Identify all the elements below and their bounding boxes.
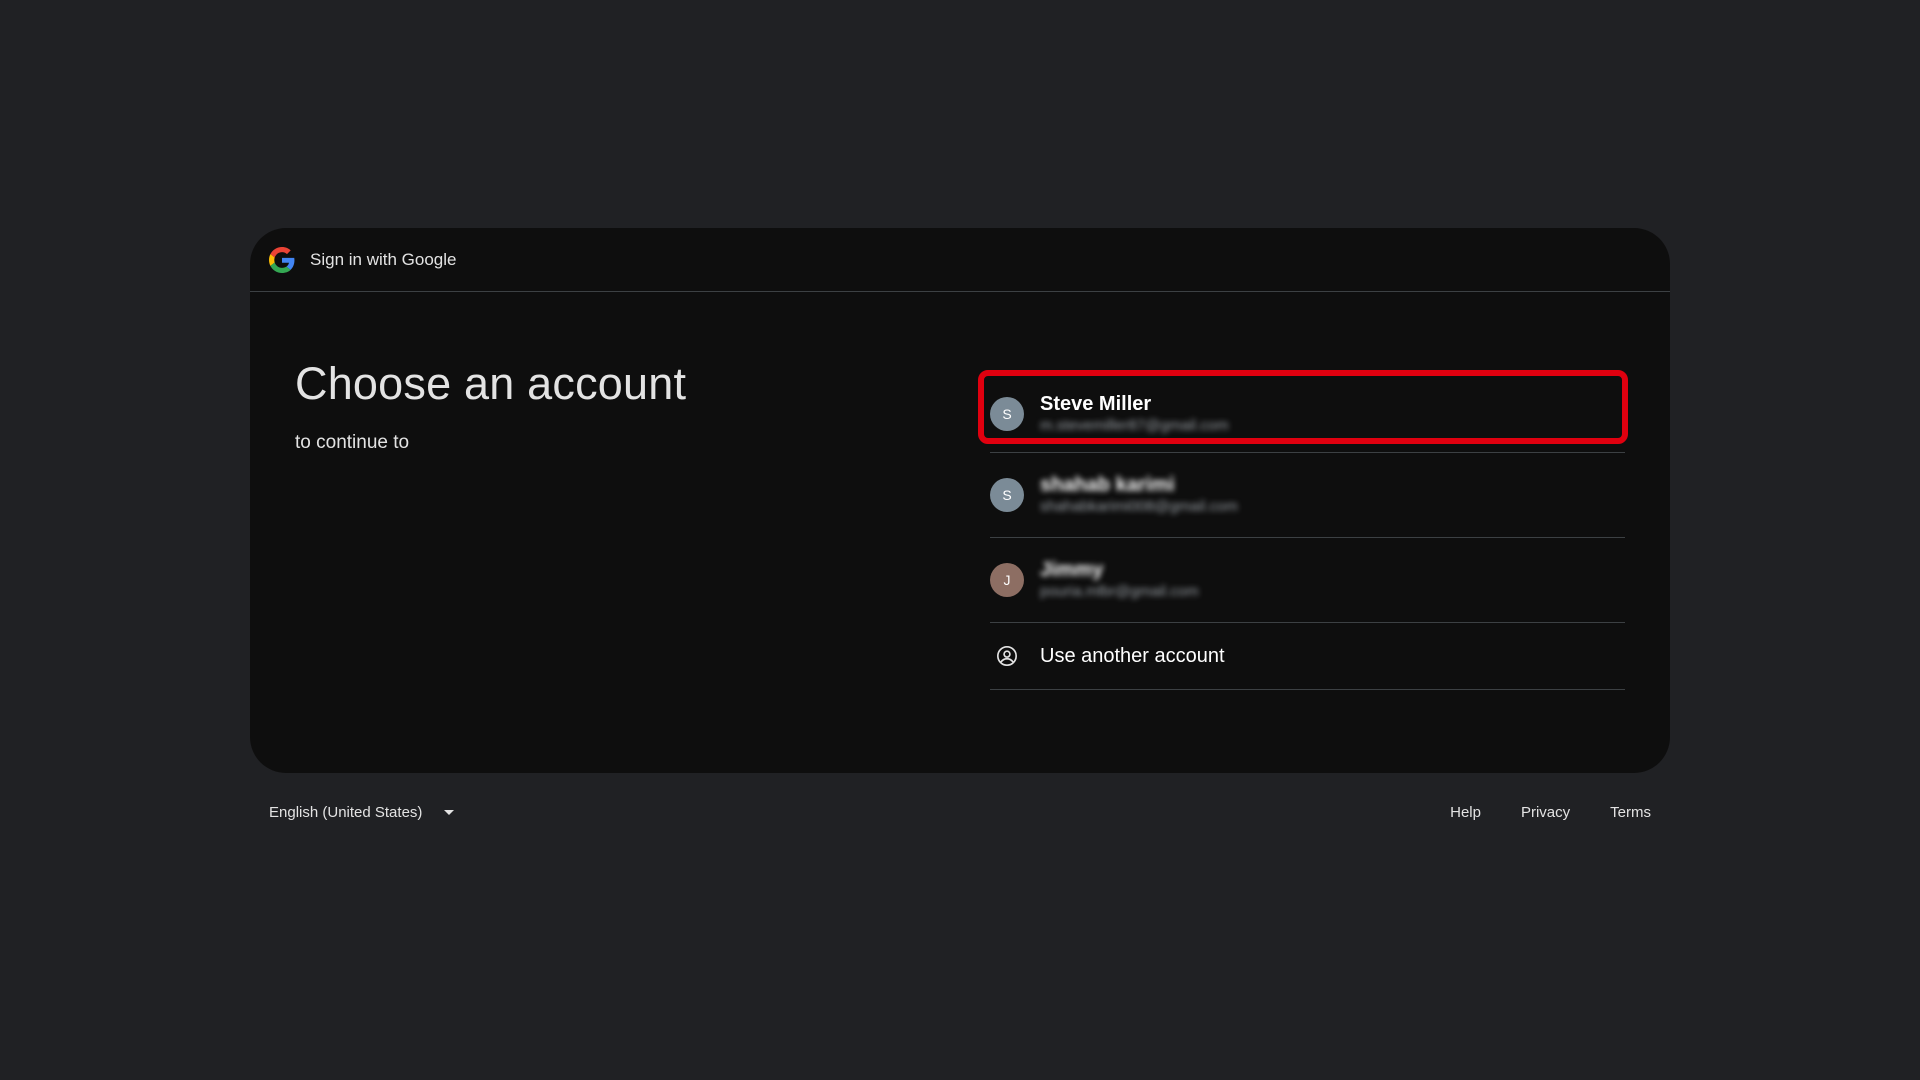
account-list: S Steve Miller m.stevemiller87@gmail.com… xyxy=(978,370,1628,690)
page-title: Choose an account xyxy=(295,358,687,409)
left-panel: Choose an account to continue to xyxy=(295,358,686,454)
avatar: S xyxy=(990,478,1024,512)
account-email: shahabkarimi008@gmail.com xyxy=(1040,498,1238,515)
page-subtitle: to continue to xyxy=(295,432,410,453)
footer-links: Help Privacy Terms xyxy=(1450,804,1651,821)
use-another-account-label: Use another account xyxy=(1040,644,1225,667)
sign-in-card: Sign in with Google Choose an account to… xyxy=(250,228,1670,773)
avatar: S xyxy=(990,396,1024,431)
help-link[interactable]: Help xyxy=(1450,804,1481,821)
account-name: Steve Miller xyxy=(1040,392,1152,415)
language-label: English (United States) xyxy=(269,804,423,821)
chevron-down-icon xyxy=(444,810,455,815)
footer: English (United States) Help Privacy Ter… xyxy=(250,798,1670,828)
account-name: Jimmy xyxy=(1040,559,1104,581)
use-another-account-button[interactable]: Use another account xyxy=(990,623,1625,690)
privacy-link[interactable]: Privacy xyxy=(1521,804,1570,821)
card-header: Sign in with Google xyxy=(250,228,1670,292)
account-email: m.stevemiller87@gmail.com xyxy=(1040,416,1229,434)
account-email: pouria.mlbr@gmail.com xyxy=(1040,583,1199,600)
account-item-steve-miller[interactable]: S Steve Miller m.stevemiller87@gmail.com xyxy=(978,370,1628,453)
language-selector[interactable]: English (United States) xyxy=(269,804,455,821)
account-name: shahab karimi xyxy=(1040,474,1175,496)
account-item-shahab-karimi[interactable]: S shahab karimi shahabkarimi008@gmail.co… xyxy=(990,453,1625,538)
account-item-jimmy[interactable]: J Jimmy pouria.mlbr@gmail.com xyxy=(990,538,1625,623)
header-title: Sign in with Google xyxy=(310,249,457,269)
google-logo-icon xyxy=(269,246,295,273)
account-circle-icon xyxy=(990,639,1024,673)
terms-link[interactable]: Terms xyxy=(1610,804,1651,821)
avatar: J xyxy=(990,563,1024,597)
